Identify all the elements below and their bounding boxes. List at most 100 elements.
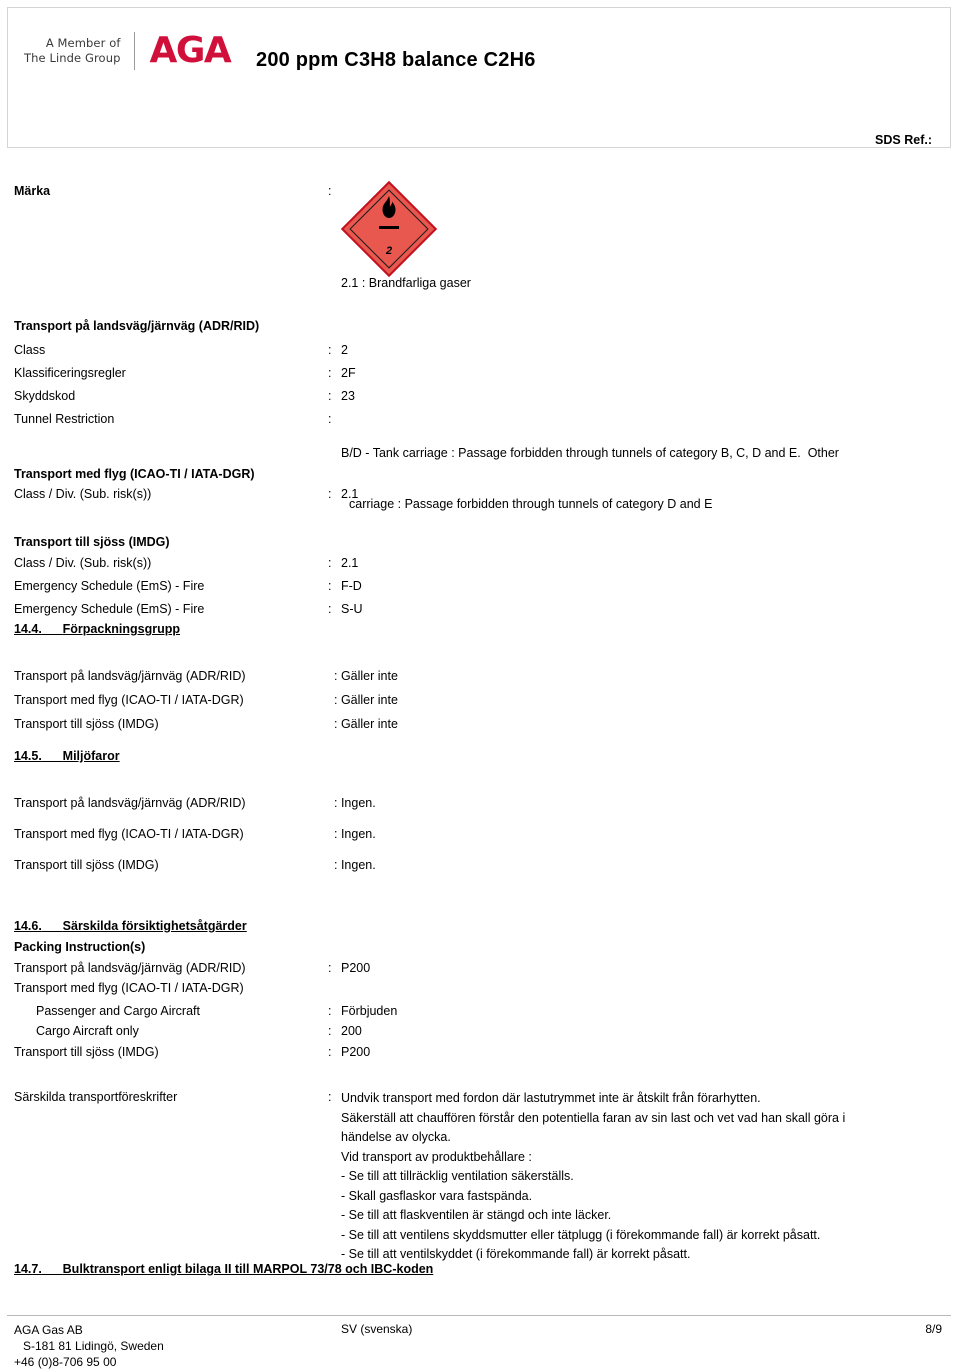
marking-label: Märka [14,184,51,198]
special-precautions-text: Undvik transport med fordon där lastutry… [341,1089,941,1265]
section-14-4-title: Förpackningsgrupp [62,622,181,636]
special-line-6: - Skall gasflaskor vara fastspända. [341,1188,533,1203]
section-14-7-number: 14.7. [14,1262,42,1276]
pg-air-value: : Gäller inte [334,693,398,707]
aga-wordmark: AGA [149,30,231,71]
adr-tunnel-value: B/D - Tank carriage : Passage forbidden … [341,411,839,547]
pg-sea-label: Transport till sjöss (IMDG) [14,717,159,731]
pi-cargo-only-colon: : [328,1024,332,1038]
sea-ems-fire-colon: : [328,579,332,593]
footer-divider [7,1315,951,1316]
pi-air-label: Transport med flyg (ICAO-TI / IATA-DGR) [14,981,244,995]
marking-colon: : [328,184,332,198]
logo-divider [134,32,136,70]
adr-class-colon: : [328,343,332,357]
adr-class-value: 2 [341,343,348,357]
sea-heading: Transport till sjöss (IMDG) [14,535,170,549]
pi-adr-label: Transport på landsväg/järnväg (ADR/RID) [14,961,246,975]
special-precautions-colon: : [328,1090,332,1104]
aga-linde-logo: A Member of The Linde Group AGA [24,28,232,74]
section-14-5-heading: 14.5. Miljöfaror [14,749,120,763]
env-sea-label: Transport till sjöss (IMDG) [14,858,159,872]
pg-air-label: Transport med flyg (ICAO-TI / IATA-DGR) [14,693,244,707]
pi-adr-colon: : [328,961,332,975]
pi-sea-value: P200 [341,1045,371,1059]
linde-line-2: The Linde Group [24,51,121,65]
section-14-6-gap [42,919,63,933]
section-14-6-heading: 14.6. Särskilda försiktighetsåtgärder [14,919,247,933]
pg-adr-value: : Gäller inte [334,669,398,683]
special-line-1: Undvik transport med fordon där lastutry… [341,1091,761,1105]
adr-hazard-code-value: 23 [341,389,355,403]
env-adr-value: : Ingen. [334,796,376,810]
special-line-5: - Se till att tillräcklig ventilation sä… [341,1169,574,1183]
footer-address: S-181 81 Lidingö, Sweden [23,1339,164,1353]
adr-tunnel-line-2: carriage : Passage forbidden through tun… [349,497,713,511]
section-14-7-gap [42,1262,63,1276]
sea-ems-spill-colon: : [328,602,332,616]
special-line-3: händelse av olycka. [341,1130,451,1144]
section-14-4-gap [42,622,63,636]
section-14-5-gap [42,749,63,763]
sds-document-page: A Member of The Linde Group AGA 200 ppm … [0,0,960,1370]
section-14-5-number: 14.5. [14,749,42,763]
special-precautions-label: Särskilda transportföreskrifter [14,1090,178,1104]
env-adr-label: Transport på landsväg/järnväg (ADR/RID) [14,796,246,810]
footer-company-name: AGA Gas AB [14,1323,83,1337]
pg-sea-value: : Gäller inte [334,717,398,731]
sds-ref-label: SDS Ref.: [875,133,932,147]
pi-passenger-cargo-colon: : [328,1004,332,1018]
sea-ems-fire-value: F-D [341,579,362,593]
special-line-4: Vid transport av produktbehållare : [341,1149,532,1164]
document-header: A Member of The Linde Group AGA 200 ppm … [7,7,951,148]
pi-passenger-cargo-value: Förbjuden [341,1004,398,1018]
linde-group-text: A Member of The Linde Group [24,36,120,66]
adr-classification-label: Klassificeringsregler [14,366,126,380]
env-air-label: Transport med flyg (ICAO-TI / IATA-DGR) [14,827,244,841]
pi-cargo-only-label: Cargo Aircraft only [36,1024,139,1038]
linde-line-1: A Member of [45,36,121,50]
sea-ems-fire-label: Emergency Schedule (EmS) - Fire [14,579,205,593]
section-14-6-number: 14.6. [14,919,42,933]
flame-baseline [379,226,399,229]
adr-hazard-code-label: Skyddskod [14,389,76,403]
sea-class-colon: : [328,556,332,570]
adr-classification-colon: : [328,366,332,380]
diamond-class-number: 2 [385,245,393,257]
hazard-pictogram: 2 [340,180,438,278]
packing-instruction-heading: Packing Instruction(s) [14,940,146,954]
pi-adr-value: P200 [341,961,371,975]
air-class-label: Class / Div. (Sub. risk(s)) [14,487,152,501]
section-14-7-heading: 14.7. Bulktransport enligt bilaga II til… [14,1262,433,1276]
adr-class-label: Class [14,343,46,357]
footer-language: SV (svenska) [341,1322,413,1336]
sea-ems-spill-label: Emergency Schedule (EmS) - Fire [14,602,205,616]
footer-page-number: 8/9 [925,1322,942,1336]
pi-cargo-only-value: 200 [341,1024,362,1038]
air-class-colon: : [328,487,332,501]
air-heading: Transport med flyg (ICAO-TI / IATA-DGR) [14,467,255,481]
adr-tunnel-label: Tunnel Restriction [14,412,115,426]
footer-phone: +46 (0)8-706 95 00 [14,1355,117,1369]
adr-heading: Transport på landsväg/järnväg (ADR/RID) [14,319,260,333]
section-14-5-title: Miljöfaror [62,749,120,763]
pi-passenger-cargo-label: Passenger and Cargo Aircraft [36,1004,200,1018]
footer-company-block: AGA Gas AB S-181 81 Lidingö, Sweden +46 … [14,1322,164,1370]
special-line-2: Säkerställ att chauffören förstår den po… [341,1110,846,1125]
diamond-shape [340,180,438,278]
sea-ems-spill-value: S-U [341,602,363,616]
pi-sea-colon: : [328,1045,332,1059]
section-14-4-heading: 14.4. Förpackningsgrupp [14,622,180,636]
adr-tunnel-line-1: B/D - Tank carriage : Passage forbidden … [341,446,839,460]
pi-sea-label: Transport till sjöss (IMDG) [14,1045,159,1059]
section-14-4-number: 14.4. [14,622,42,636]
adr-classification-value: 2F [341,366,356,380]
adr-hazard-code-colon: : [328,389,332,403]
section-14-7-title: Bulktransport enligt bilaga II till MARP… [62,1262,434,1276]
special-line-8: - Se till att ventilens skyddsmutter ell… [341,1227,821,1242]
pictogram-caption: 2.1 : Brandfarliga gaser [341,276,471,290]
special-line-7: - Se till att flaskventilen är stängd oc… [341,1208,612,1222]
sea-class-value: 2.1 [341,556,359,570]
product-title: 200 ppm C3H8 balance C2H6 [256,49,536,71]
env-sea-value: : Ingen. [334,858,376,872]
